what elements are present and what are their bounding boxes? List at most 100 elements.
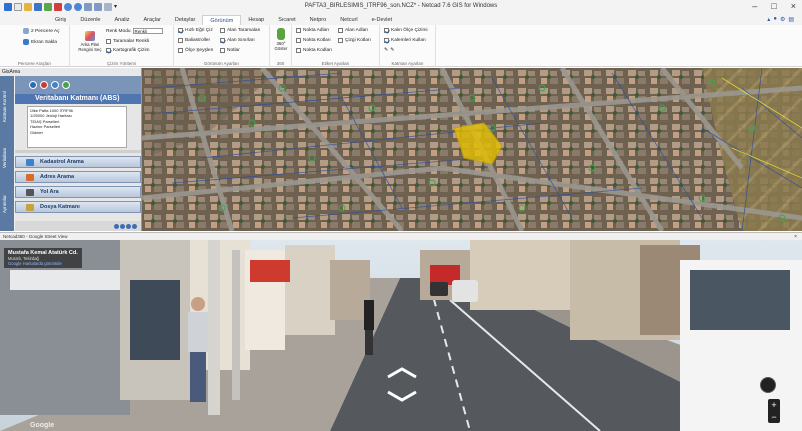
layer-list[interactable]: Ülke Pafta 1000 ITRF96 1/25000 Jeoloji H… [27,106,127,148]
ribbon: 2 Pencere Aç Ekran Sakla Pencere Araçlar… [0,25,802,67]
kartografik-cizim-checkbox[interactable]: Kartografik Çizim [106,48,150,53]
checkbox-icon [178,28,183,33]
list-item[interactable]: Gideler [30,130,124,135]
redo-icon[interactable] [74,3,82,11]
pin-icon[interactable] [40,81,48,89]
compass-icon[interactable] [760,377,776,393]
pen-icon: ✎ [384,47,389,53]
yol-ara-button[interactable]: Yol Ara [15,186,141,198]
tab-araclar[interactable]: Araçlar [136,15,167,25]
layers-icon[interactable] [44,3,52,11]
ekran-sakla-button[interactable]: Ekran Sakla [23,39,57,45]
nav-dot-icon[interactable] [114,223,119,229]
ribbon-pin-icon[interactable]: ▤ [788,16,794,23]
nokta-adlari-checkbox[interactable]: Nokta Adları [296,28,329,33]
cizim-group-label: Çizim Yöntemi [107,61,136,66]
baliastroller-checkbox[interactable]: Baliastroller [178,38,210,43]
tab-giris[interactable]: Giriş [48,15,73,25]
nav-dot-icon[interactable] [126,223,131,229]
streetview-image [0,240,802,431]
table-icon[interactable] [84,3,92,11]
window-icon[interactable] [104,3,112,11]
two-windows-button[interactable]: 2 Pencere Aç [23,28,60,34]
netcad-logo-icon[interactable] [4,3,12,11]
tab-veritabani[interactable]: Veritabanı [2,138,12,178]
nokta-kotlari-checkbox[interactable]: Nokta Kotları [296,38,331,43]
tab-sicaret[interactable]: Sıcaret [271,15,302,25]
tab-detaylar[interactable]: Detaylar [168,15,202,25]
window-title: PAFTA3_BIRLESIMIS_ITRF96_son.NCZ* - Netc… [304,3,498,9]
alan-adlari-checkbox[interactable]: Alan Adları [338,28,368,33]
notlar-checkbox[interactable]: Notlar [220,48,240,53]
arka-plan-button[interactable]: Arka Plan Rengini Seç [76,31,104,52]
alan-taramalari-checkbox[interactable]: Alan Taramaları [220,28,261,33]
ribbon-tab-bar: Giriş Düzenle Analiz Araçlar Detaylar Gö… [0,14,802,25]
tab-hesap[interactable]: Hesap [241,15,271,25]
parcel-icon [26,159,34,166]
tab-analiz[interactable]: Analiz [108,15,137,25]
zoom-control[interactable]: + − [768,399,780,423]
tab-netcurl[interactable]: Netcurl [333,15,364,25]
tab-duzenle[interactable]: Düzenle [73,15,107,25]
olce-seyslen-checkbox[interactable]: Ölçe Şeyşlen [178,48,213,53]
tab-gorunum[interactable]: Görünüm [202,15,242,25]
open-file-icon[interactable] [24,3,32,11]
horizontal-scrollbar[interactable] [15,150,141,153]
quick-access-toolbar: ▾ [0,0,119,14]
tab-ayrintilar[interactable]: Ayrıntılar [2,184,12,224]
checkbox-icon [220,28,225,33]
undo-icon[interactable] [64,3,72,11]
help-icon[interactable]: ● [773,16,777,23]
pen-settings-icons[interactable]: ✎ ✎ [384,47,394,53]
checkbox-icon [338,28,343,33]
new-file-icon[interactable] [14,3,22,11]
adres-arama-button[interactable]: Adres Arama [15,171,141,183]
maximize-button[interactable]: □ [771,1,776,11]
globe-icon[interactable] [29,81,37,89]
kadastrol-arama-button[interactable]: Kadastrol Arama [15,156,141,168]
kalin-olce-checkbox[interactable]: Kalın Ölçe Çizimi [384,28,428,33]
cizim-group: Arka Plan Rengini Seç Renk Modu Renkli T… [70,25,174,67]
streetview-panel[interactable]: Mustafa Kemal Atatürk Cd. Muratlı, Tekir… [0,240,802,431]
checkbox-icon [220,38,225,43]
settings-icon[interactable]: ⚙ [780,16,785,23]
taramalar-renkli-checkbox[interactable]: Taramalar Renkli [106,39,149,44]
checkbox-icon [296,38,301,43]
grid-icon[interactable] [94,3,102,11]
pencere-group: 2 Pencere Aç Ekran Sakla Pencere Araçlar… [0,25,70,67]
kalemleri-kullan-checkbox[interactable]: Kalemleri Kullan [384,38,426,43]
dosya-katmani-button[interactable]: Dosya Katmanı [15,201,141,213]
maps-link[interactable]: Google Haritalarda görüntüle [8,261,78,266]
close-button[interactable]: × [791,1,796,11]
zoom-in-icon[interactable]: + [768,399,780,411]
address-icon [26,174,34,181]
show-360-button[interactable]: 360° Göster [272,28,290,51]
g360-group: 360° Göster 360 [270,25,292,67]
info-icon[interactable] [51,81,59,89]
tab-e-devlet[interactable]: e-Devlet [365,15,399,25]
checkbox-icon [178,38,183,43]
tab-katman-kontrol[interactable]: Katman Kontrol [2,82,12,130]
panel-title: Veritabanı Katmanı (ABS) [15,94,141,104]
save-icon[interactable] [34,3,42,11]
etiket-group-label: Etiket Ayarları [321,61,350,66]
alan-sinirlari-checkbox[interactable]: Alan Sınırları [220,38,255,43]
refresh-icon[interactable] [62,81,70,89]
customize-icon[interactable]: ▾ [114,3,119,11]
cizgi-kotlari-checkbox[interactable]: Çizgi Kotları [338,38,371,43]
nav-dot-icon[interactable] [120,223,125,229]
palette-icon [85,31,95,41]
hizli-egri-checkbox[interactable]: Hızlı Eğri Çiz [178,28,213,33]
pen-alt-icon: ✎ [390,47,395,53]
tab-netpro[interactable]: Netpro [303,15,334,25]
map-canvas[interactable] [142,68,802,231]
pin-icon[interactable] [54,3,62,11]
up-arrow-icon[interactable]: ▴ [767,16,770,23]
location-card: Mustafa Kemal Atatürk Cd. Muratlı, Tekir… [4,248,82,268]
zoom-out-icon[interactable]: − [768,411,780,423]
nokta-kodlari-checkbox[interactable]: Nokta Kodları [296,48,332,53]
katman-group-label: Katman Ayarları [391,61,424,66]
renk-modu-select[interactable]: Renkli [132,28,163,34]
minimize-button[interactable]: – [752,1,757,11]
nav-dot-icon[interactable] [132,223,137,229]
